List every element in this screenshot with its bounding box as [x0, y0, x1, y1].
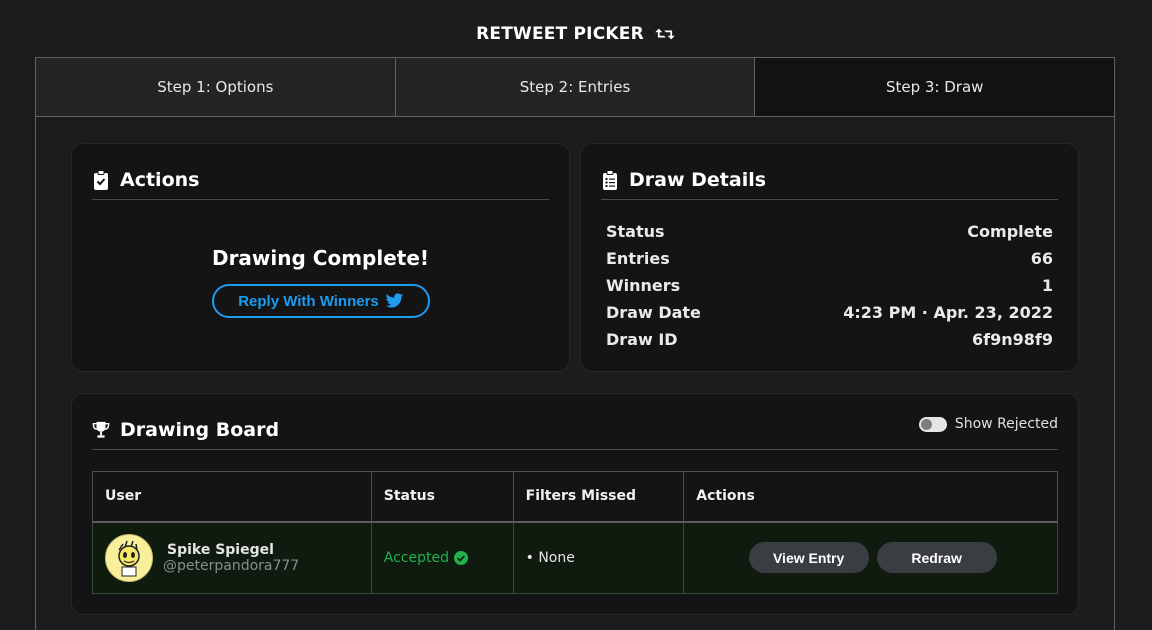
detail-label: Draw ID	[606, 330, 678, 349]
detail-row-entries: Entries 66	[606, 245, 1053, 272]
user-text: Spike Spiegel @peterpandora777	[163, 542, 299, 574]
actions-card-header: Actions	[92, 160, 549, 200]
draw-details-list: Status Complete Entries 66 Winners 1 Dra…	[606, 218, 1053, 353]
step-tabs: Step 1: Options Step 2: Entries Step 3: …	[36, 58, 1115, 117]
column-header-status: Status	[370, 471, 514, 523]
actions-card-title: Actions	[120, 168, 200, 191]
user-name: Spike Spiegel	[167, 541, 274, 558]
table-header-row: User Status Filters Missed Actions	[92, 471, 1058, 523]
detail-row-draw-id: Draw ID 6f9n98f9	[606, 326, 1053, 353]
filters-missed-cell: • None	[512, 521, 685, 594]
reply-with-winners-button[interactable]: Reply With Winners	[212, 284, 430, 318]
wizard-container: Step 1: Options Step 2: Entries Step 3: …	[35, 57, 1115, 630]
clipboard-check-icon	[94, 169, 108, 190]
column-header-actions: Actions	[683, 471, 1058, 523]
user-info: Spike Spiegel @peterpandora777	[105, 533, 371, 582]
column-header-user: User	[92, 471, 372, 523]
actions-cell: View Entry Redraw	[683, 521, 1058, 594]
user-cell: Spike Spiegel @peterpandora777	[92, 521, 372, 594]
tab-step-draw[interactable]: Step 3: Draw	[755, 58, 1115, 116]
status-text: Accepted	[383, 549, 449, 566]
trophy-icon	[92, 421, 110, 438]
entries-table: User Status Filters Missed Actions Spike…	[92, 471, 1058, 594]
show-rejected-label: Show Rejected	[954, 416, 1058, 432]
column-header-filters-missed: Filters Missed	[512, 471, 685, 523]
detail-row-status: Status Complete	[606, 218, 1053, 245]
retweet-icon	[655, 28, 675, 40]
detail-value: Complete	[967, 222, 1053, 241]
drawing-complete-message: Drawing Complete!	[211, 246, 430, 270]
view-entry-button[interactable]: View Entry	[748, 542, 869, 574]
detail-row-winners: Winners 1	[606, 272, 1053, 299]
clipboard-list-icon	[603, 169, 617, 190]
detail-label: Status	[606, 222, 665, 241]
app-title: RETWEET PICKER	[0, 24, 1152, 44]
draw-details-title: Draw Details	[629, 168, 767, 191]
drawing-board-header: Drawing Board	[92, 410, 1058, 450]
detail-row-draw-date: Draw Date 4:23 PM · Apr. 23, 2022	[606, 299, 1053, 326]
drawing-board-title: Drawing Board	[120, 418, 280, 441]
avatar-image	[118, 540, 140, 577]
detail-label: Draw Date	[606, 303, 701, 322]
reply-button-label: Reply With Winners	[238, 292, 379, 310]
draw-details-header: Draw Details	[601, 160, 1058, 200]
status-cell: Accepted	[370, 521, 514, 594]
app-title-text: RETWEET PICKER	[476, 24, 644, 44]
actions-card: Actions Drawing Complete! Reply With Win…	[71, 143, 570, 372]
avatar[interactable]	[105, 533, 153, 582]
user-handle[interactable]: @peterpandora777	[163, 558, 299, 574]
detail-label: Winners	[606, 276, 681, 295]
tab-step-options[interactable]: Step 1: Options	[36, 58, 396, 116]
show-rejected-toggle[interactable]: Show Rejected	[918, 416, 1058, 432]
detail-value: 66	[1030, 249, 1053, 268]
table-row: Spike Spiegel @peterpandora777 Accepted	[92, 521, 1058, 594]
detail-value: 6f9n98f9	[972, 330, 1053, 349]
redraw-button[interactable]: Redraw	[876, 542, 997, 574]
status-badge: Accepted	[384, 550, 513, 566]
check-circle-icon	[453, 550, 468, 565]
row-actions: View Entry Redraw	[696, 542, 1057, 574]
twitter-icon	[385, 293, 403, 308]
tab-step-entries[interactable]: Step 2: Entries	[395, 58, 756, 116]
detail-label: Entries	[606, 249, 670, 268]
toggle-switch[interactable]	[918, 416, 947, 432]
drawing-board-card: Drawing Board Show Rejected User Status …	[71, 393, 1079, 615]
detail-value: 1	[1041, 276, 1053, 295]
detail-value: 4:23 PM · Apr. 23, 2022	[843, 303, 1053, 322]
draw-details-card: Draw Details Status Complete Entries 66 …	[580, 143, 1079, 372]
